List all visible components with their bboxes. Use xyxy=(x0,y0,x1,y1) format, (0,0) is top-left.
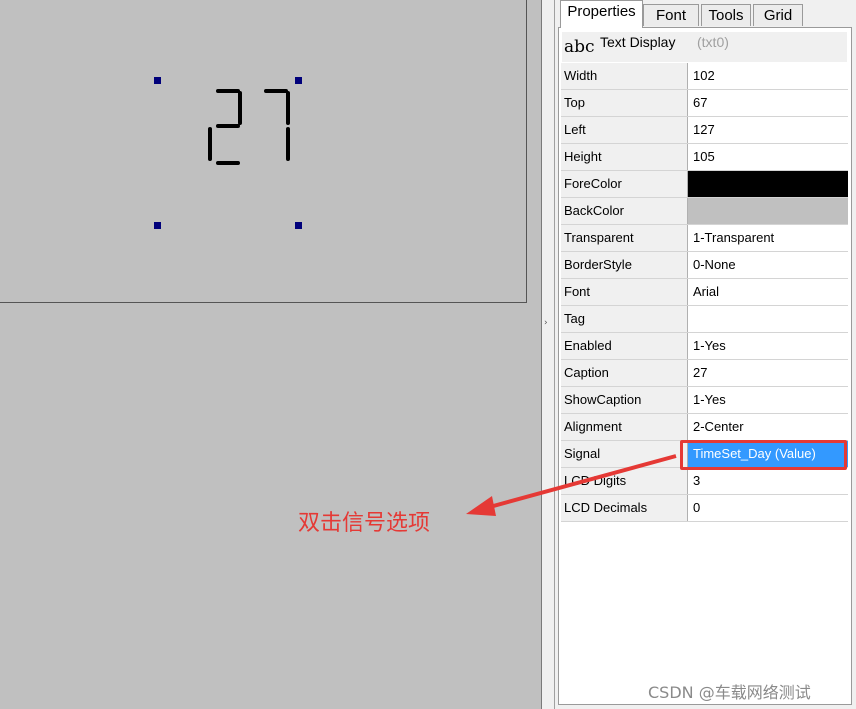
property-name: ForeColor xyxy=(561,171,688,197)
property-name: BackColor xyxy=(561,198,688,224)
property-row-caption[interactable]: Caption 27 xyxy=(561,360,848,387)
property-name: Enabled xyxy=(561,333,688,359)
panel-splitter[interactable] xyxy=(542,0,555,709)
resize-handle-bottom-right[interactable] xyxy=(295,222,302,229)
property-row-font[interactable]: Font Arial xyxy=(561,279,848,306)
property-row-alignment[interactable]: Alignment 2-Center xyxy=(561,414,848,441)
property-row-enabled[interactable]: Enabled 1-Yes xyxy=(561,333,848,360)
tab-properties[interactable]: Properties xyxy=(560,0,643,28)
property-value[interactable]: 127 xyxy=(688,117,848,143)
property-value[interactable]: 3 xyxy=(688,468,848,494)
property-name: Signal xyxy=(561,441,688,467)
property-row-lcd-digits[interactable]: LCD Digits 3 xyxy=(561,468,848,495)
property-value[interactable] xyxy=(688,306,848,332)
property-row-width[interactable]: Width 102 xyxy=(561,63,848,90)
watermark: CSDN @车载网络测试 xyxy=(648,683,811,702)
property-name: Width xyxy=(561,63,688,89)
property-row-forecolor[interactable]: ForeColor xyxy=(561,171,848,198)
property-row-borderstyle[interactable]: BorderStyle 0-None xyxy=(561,252,848,279)
forecolor-swatch[interactable] xyxy=(688,171,848,197)
property-row-height[interactable]: Height 105 xyxy=(561,144,848,171)
property-value[interactable]: 102 xyxy=(688,63,848,89)
lcd-text-display[interactable]: 27 xyxy=(200,85,300,170)
property-value[interactable]: 1-Yes xyxy=(688,387,848,413)
property-name: Alignment xyxy=(561,414,688,440)
property-name: Left xyxy=(561,117,688,143)
property-row-top[interactable]: Top 67 xyxy=(561,90,848,117)
property-row-backcolor[interactable]: BackColor xyxy=(561,198,848,225)
property-value[interactable]: 0-None xyxy=(688,252,848,278)
property-value[interactable]: 105 xyxy=(688,144,848,170)
property-row-left[interactable]: Left 127 xyxy=(561,117,848,144)
annotation-text: 双击信号选项 xyxy=(298,511,431,536)
property-row-lcd-decimals[interactable]: LCD Decimals 0 xyxy=(561,495,848,522)
splitter-arrow-icon[interactable]: › xyxy=(544,318,548,328)
control-type-title: Text Display xyxy=(600,34,676,50)
property-name: LCD Digits xyxy=(561,468,688,494)
property-name: Font xyxy=(561,279,688,305)
property-name: Height xyxy=(561,144,688,170)
property-row-transparent[interactable]: Transparent 1-Transparent xyxy=(561,225,848,252)
resize-handle-bottom-left[interactable] xyxy=(154,222,161,229)
property-name: Tag xyxy=(561,306,688,332)
backcolor-swatch[interactable] xyxy=(688,198,848,224)
property-value[interactable]: 1-Yes xyxy=(688,333,848,359)
property-name: Caption xyxy=(561,360,688,386)
property-value[interactable]: Arial xyxy=(688,279,848,305)
tab-tools[interactable]: Tools xyxy=(701,4,751,26)
control-id: (txt0) xyxy=(697,34,729,50)
property-value[interactable]: 27 xyxy=(688,360,848,386)
property-row-tag[interactable]: Tag xyxy=(561,306,848,333)
text-display-icon: abc xyxy=(564,37,595,57)
property-name: BorderStyle xyxy=(561,252,688,278)
signal-highlight-box xyxy=(680,440,847,470)
property-name: Top xyxy=(561,90,688,116)
resize-handle-top-right[interactable] xyxy=(295,77,302,84)
property-value[interactable]: 1-Transparent xyxy=(688,225,848,251)
property-value[interactable]: 2-Center xyxy=(688,414,848,440)
tab-font[interactable]: Font xyxy=(643,4,699,26)
property-name: Transparent xyxy=(561,225,688,251)
tab-grid[interactable]: Grid xyxy=(753,4,803,26)
property-row-showcaption[interactable]: ShowCaption 1-Yes xyxy=(561,387,848,414)
property-name: ShowCaption xyxy=(561,387,688,413)
resize-handle-top-left[interactable] xyxy=(154,77,161,84)
property-name: LCD Decimals xyxy=(561,495,688,521)
property-value[interactable]: 67 xyxy=(688,90,848,116)
property-value[interactable]: 0 xyxy=(688,495,848,521)
